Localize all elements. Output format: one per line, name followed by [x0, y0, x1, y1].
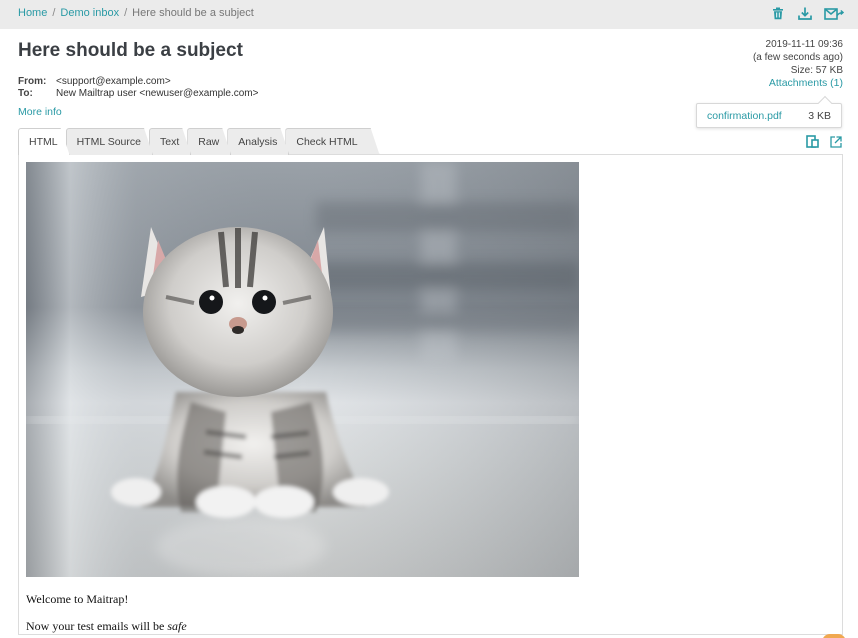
- to-label: To:: [18, 88, 33, 99]
- preview-actions: [806, 135, 842, 148]
- trash-icon[interactable]: [770, 6, 786, 21]
- message-actions: [770, 6, 844, 21]
- attachments-link[interactable]: Attachments (1): [753, 77, 843, 90]
- message-size: Size: 57 KB: [790, 65, 843, 76]
- to-value: New Mailtrap user <newuser@example.com>: [56, 88, 259, 99]
- from-value: <support@example.com>: [56, 76, 171, 87]
- mobile-preview-icon[interactable]: [806, 135, 819, 148]
- open-external-icon[interactable]: [829, 135, 842, 148]
- kitten-image: [26, 162, 579, 577]
- message-info: 2019-11-11 09:36 (a few seconds ago) Siz…: [753, 38, 843, 90]
- tab-label: Check HTML: [296, 136, 358, 148]
- tab-html[interactable]: HTML: [18, 128, 70, 155]
- tab-label: Analysis: [238, 136, 278, 148]
- email-text-emphasis: safe: [167, 619, 187, 633]
- attachment-size: 3 KB: [808, 110, 831, 122]
- message-date: 2019-11-11 09:36: [765, 39, 843, 50]
- more-info-link[interactable]: More info: [18, 106, 62, 118]
- breadcrumb-inbox[interactable]: Demo inbox: [60, 7, 119, 19]
- message-headers: From: <support@example.com> To: New Mail…: [18, 76, 258, 100]
- help-widget-button[interactable]: [822, 634, 846, 638]
- message-relative-time: (a few seconds ago): [752, 52, 843, 63]
- attachment-name[interactable]: confirmation.pdf: [707, 110, 782, 122]
- tab-label: HTML: [29, 136, 58, 148]
- breadcrumb-separator: /: [124, 7, 128, 19]
- email-safe-text: Now your test emails will be safe: [26, 619, 187, 634]
- view-tabs: HTML HTML Source Text Raw Analysis Check…: [18, 128, 376, 155]
- tab-html-source[interactable]: HTML Source: [66, 128, 153, 155]
- tab-label: Raw: [198, 136, 220, 148]
- breadcrumb-current: Here should be a subject: [132, 7, 254, 19]
- tab-text[interactable]: Text: [149, 128, 191, 155]
- download-icon[interactable]: [797, 6, 813, 21]
- top-bar: Home / Demo inbox / Here should be a subject: [0, 0, 858, 29]
- breadcrumb-separator: /: [52, 7, 56, 19]
- email-preview-frame: Welcome to Maitrap! Now your test emails…: [18, 155, 843, 635]
- attachments-popover: confirmation.pdf 3 KB: [696, 103, 842, 128]
- email-text-prefix: Now your test emails will be: [26, 619, 168, 633]
- to-row: To: New Mailtrap user <newuser@example.c…: [18, 88, 258, 100]
- from-row: From: <support@example.com>: [18, 76, 258, 88]
- tab-raw[interactable]: Raw: [187, 128, 231, 155]
- breadcrumb-home[interactable]: Home: [18, 7, 47, 19]
- email-welcome-text: Welcome to Maitrap!: [26, 592, 129, 606]
- tab-check-html[interactable]: Check HTML: [285, 128, 379, 155]
- tab-label: Text: [159, 136, 180, 148]
- from-label: From:: [18, 76, 47, 87]
- forward-email-icon[interactable]: [824, 6, 844, 21]
- tab-analysis[interactable]: Analysis: [227, 128, 289, 155]
- breadcrumb: Home / Demo inbox / Here should be a subject: [18, 7, 254, 19]
- tab-label: HTML Source: [76, 136, 141, 148]
- message-subject: Here should be a subject: [18, 40, 243, 61]
